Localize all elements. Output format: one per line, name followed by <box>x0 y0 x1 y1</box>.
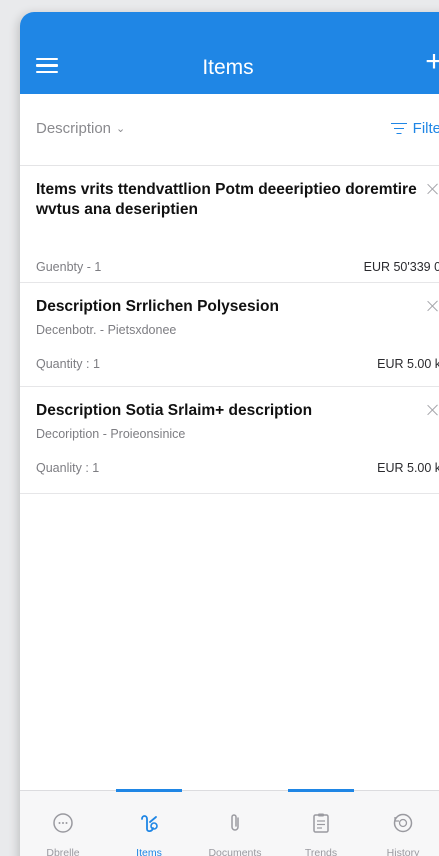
item-name: Description Srrlichen Polysesion <box>36 298 279 315</box>
item-description: Decoription - Proieonsinice <box>36 427 186 441</box>
item-price: EUR 5.00 kg <box>377 461 439 475</box>
list-toolbar: Description ⌄ Filter <box>20 94 439 166</box>
app-screen: Items + Description ⌄ Filter Items vrits … <box>20 12 439 856</box>
tab-history[interactable]: History <box>360 791 439 856</box>
bottom-tab-bar: Dbrelle Items Documents Trends History <box>20 789 439 856</box>
list-item[interactable]: Description Sotia Srlaim+ description De… <box>20 387 439 494</box>
chevron-down-icon: ⌄ <box>116 123 126 135</box>
list-item[interactable]: Description Srrlichen Polysesion Decenbo… <box>20 283 439 387</box>
paperclip-icon <box>231 814 239 831</box>
list-item[interactable]: Items vrits ttendvattlion Potm deeeripti… <box>20 166 439 283</box>
remove-item-icon[interactable] <box>426 182 439 196</box>
chat-bubble-icon <box>53 813 73 833</box>
item-price: EUR 5.00 kg <box>377 357 439 371</box>
tab-label: Dbrelle <box>46 847 80 856</box>
tab-trends[interactable]: Trends <box>278 789 364 856</box>
clipboard-icon <box>313 813 329 833</box>
item-quantity: Quantity : 1 <box>36 357 100 371</box>
filter-label: Filter <box>412 120 439 137</box>
history-icon <box>393 813 413 833</box>
page-title: Items <box>202 56 254 79</box>
add-item-button[interactable]: + <box>422 47 439 77</box>
app-header: Items + <box>20 12 439 94</box>
tab-label: Items <box>136 847 162 856</box>
remove-item-icon[interactable] <box>426 403 439 417</box>
remove-item-icon[interactable] <box>426 299 439 313</box>
tab-dbrelle[interactable]: Dbrelle <box>20 791 106 856</box>
items-list: Items vrits ttendvattlion Potm deeeripti… <box>20 166 439 494</box>
tab-documents[interactable]: Documents <box>192 791 278 856</box>
filter-button[interactable]: Filter <box>390 120 439 137</box>
items-hanger-icon <box>141 815 158 833</box>
tab-items[interactable]: Items <box>106 789 192 856</box>
item-quantity: Guenbty - 1 <box>36 260 102 274</box>
tab-label: Trends <box>304 847 338 856</box>
item-description: Decenbotr. - Pietsxdonee <box>36 323 177 337</box>
item-name: Items vrits ttendvattlion Potm deeeripti… <box>36 181 417 218</box>
item-name: Description Sotia Srlaim+ description <box>36 402 313 419</box>
filter-icon <box>390 122 407 135</box>
tab-label: Documents <box>208 847 262 856</box>
item-price: EUR 50'339 00 <box>363 260 439 274</box>
tab-label: History <box>386 847 420 856</box>
item-quantity: Quanlity : 1 <box>36 461 100 475</box>
sort-label: Description <box>36 120 112 137</box>
sort-dropdown[interactable]: Description ⌄ <box>36 120 125 137</box>
